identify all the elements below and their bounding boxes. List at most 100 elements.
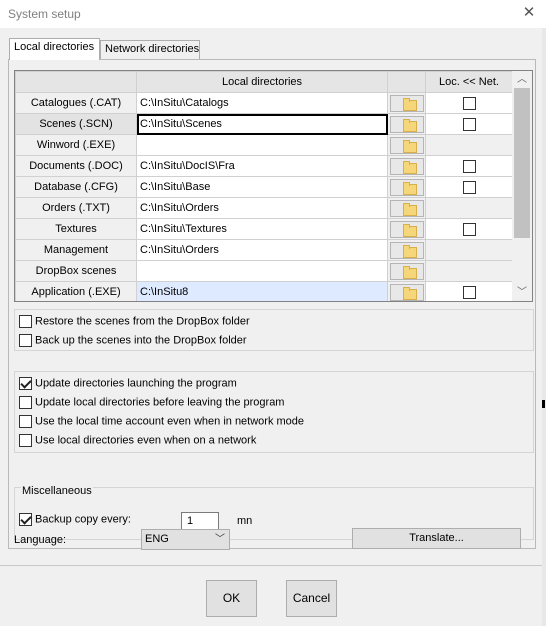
- row-label: Catalogues (.CAT): [15, 92, 137, 114]
- loc-net-checkbox[interactable]: [462, 117, 476, 131]
- loc-net-cell: [425, 281, 513, 301]
- browse-header: [387, 71, 426, 93]
- title-bar: System setup ✕: [0, 0, 546, 28]
- row-label: Orders (.TXT): [15, 197, 137, 219]
- loc-net-cell: [425, 134, 513, 156]
- loc-net-cell: [425, 155, 513, 177]
- miscellaneous-title: Miscellaneous: [21, 485, 93, 497]
- update-on-launch-label: Update directories launching the program: [35, 377, 237, 390]
- grid-scrollbar[interactable]: ︿ ﹀: [512, 71, 532, 301]
- row-label: DropBox scenes: [15, 260, 137, 282]
- chevron-up-icon[interactable]: ︿: [512, 71, 532, 88]
- loc-net-cell: [425, 197, 513, 219]
- directories-grid: Local directories Loc. << Net. Catalogue…: [14, 70, 533, 302]
- backup-dropbox-checkbox[interactable]: [19, 334, 32, 347]
- local-time-account-checkbox[interactable]: [19, 415, 32, 428]
- backup-copy-checkbox[interactable]: [19, 513, 32, 526]
- backup-interval-unit: mn: [237, 515, 253, 527]
- browse-cell: [387, 134, 426, 156]
- loc-net-checkbox[interactable]: [462, 222, 476, 236]
- directory-path-cell[interactable]: C:\InSitu\Orders: [136, 197, 388, 219]
- dialog-body: Local directories Network directories Lo…: [0, 28, 546, 626]
- directory-path-cell[interactable]: C:\InSitu\Textures: [136, 218, 388, 240]
- loc-net-cell: [425, 176, 513, 198]
- chevron-down-icon: ﹀: [215, 534, 225, 545]
- row-label: Winword (.EXE): [15, 134, 137, 156]
- folder-icon[interactable]: [389, 242, 424, 259]
- directory-path-cell[interactable]: C:\InSitu\Scenes: [136, 113, 388, 135]
- folder-icon[interactable]: [389, 284, 424, 301]
- loc-net-checkbox[interactable]: [462, 159, 476, 173]
- folder-icon[interactable]: [389, 95, 424, 112]
- directory-path-cell[interactable]: C:\InSitu\Catalogs: [136, 92, 388, 114]
- directory-path-cell[interactable]: C:\InSitu\Base: [136, 176, 388, 198]
- browse-cell: [387, 281, 426, 301]
- browse-cell: [387, 155, 426, 177]
- directory-path-cell[interactable]: [136, 134, 388, 156]
- folder-icon[interactable]: [389, 200, 424, 217]
- directory-options: Update directories launching the program…: [14, 371, 534, 453]
- loc-net-cell: [425, 92, 513, 114]
- edge-mark: [542, 400, 545, 408]
- browse-cell: [387, 113, 426, 135]
- loc-net-checkbox[interactable]: [462, 285, 476, 299]
- table-row[interactable]: Scenes (.SCN) C:\InSitu\Scenes: [15, 113, 513, 135]
- loc-net-cell: [425, 218, 513, 240]
- browse-cell: [387, 197, 426, 219]
- local-time-account-option[interactable]: Use the local time account even when in …: [19, 415, 304, 431]
- table-row[interactable]: Textures C:\InSitu\Textures: [15, 218, 513, 240]
- update-before-leaving-checkbox[interactable]: [19, 396, 32, 409]
- browse-cell: [387, 218, 426, 240]
- chevron-down-icon[interactable]: ﹀: [512, 284, 532, 301]
- corner-header: [15, 71, 137, 93]
- tab-network-directories[interactable]: Network directories: [100, 40, 200, 59]
- close-icon[interactable]: ✕: [519, 4, 539, 22]
- language-label: Language:: [14, 534, 66, 546]
- scrollbar-thumb[interactable]: [514, 88, 530, 238]
- restore-dropbox-checkbox[interactable]: [19, 315, 32, 328]
- browse-cell: [387, 176, 426, 198]
- translate-button[interactable]: Translate...: [352, 528, 521, 549]
- table-row[interactable]: Application (.EXE) C:\InSitu8: [15, 281, 513, 301]
- folder-icon[interactable]: [389, 158, 424, 175]
- directory-path-cell[interactable]: C:\InSitu8: [136, 281, 388, 301]
- folder-icon[interactable]: [389, 263, 424, 280]
- folder-icon[interactable]: [389, 179, 424, 196]
- table-row[interactable]: Documents (.DOC) C:\InSitu\DocIS\Fra: [15, 155, 513, 177]
- folder-icon[interactable]: [389, 137, 424, 154]
- loc-net-header: Loc. << Net.: [425, 71, 513, 93]
- table-row[interactable]: Orders (.TXT) C:\InSitu\Orders: [15, 197, 513, 219]
- language-select[interactable]: ENG ﹀: [141, 529, 230, 550]
- local-dirs-on-network-option[interactable]: Use local directories even when on a net…: [19, 434, 256, 450]
- restore-dropbox-option[interactable]: Restore the scenes from the DropBox fold…: [19, 315, 250, 331]
- backup-copy-label: Backup copy every:: [35, 513, 131, 526]
- table-row[interactable]: Winword (.EXE): [15, 134, 513, 156]
- table-row[interactable]: Catalogues (.CAT) C:\InSitu\Catalogs: [15, 92, 513, 114]
- tab-local-directories[interactable]: Local directories: [9, 38, 100, 60]
- row-label: Scenes (.SCN): [15, 113, 137, 135]
- window-title: System setup: [8, 7, 81, 21]
- local-directories-panel: Local directories Loc. << Net. Catalogue…: [8, 59, 536, 549]
- ok-button[interactable]: OK: [206, 580, 257, 617]
- local-dirs-on-network-checkbox[interactable]: [19, 434, 32, 447]
- loc-net-checkbox[interactable]: [462, 96, 476, 110]
- table-row[interactable]: DropBox scenes: [15, 260, 513, 282]
- table-row[interactable]: Database (.CFG) C:\InSitu\Base: [15, 176, 513, 198]
- directory-path-cell[interactable]: [136, 260, 388, 282]
- cancel-button[interactable]: Cancel: [286, 580, 337, 617]
- update-on-launch-checkbox[interactable]: [19, 377, 32, 390]
- backup-copy-option[interactable]: Backup copy every:: [19, 513, 131, 529]
- backup-dropbox-option[interactable]: Back up the scenes into the DropBox fold…: [19, 334, 247, 350]
- update-before-leaving-option[interactable]: Update local directories before leaving …: [19, 396, 284, 412]
- folder-icon[interactable]: [389, 221, 424, 238]
- folder-icon[interactable]: [389, 116, 424, 133]
- directory-path-cell[interactable]: C:\InSitu\DocIS\Fra: [136, 155, 388, 177]
- dropbox-options: Restore the scenes from the DropBox fold…: [14, 309, 534, 351]
- loc-net-cell: [425, 260, 513, 282]
- browse-cell: [387, 239, 426, 261]
- directory-path-cell[interactable]: C:\InSitu\Orders: [136, 239, 388, 261]
- local-dirs-on-network-label: Use local directories even when on a net…: [35, 434, 257, 447]
- table-row[interactable]: Management C:\InSitu\Orders: [15, 239, 513, 261]
- loc-net-checkbox[interactable]: [462, 180, 476, 194]
- update-on-launch-option[interactable]: Update directories launching the program: [19, 377, 237, 393]
